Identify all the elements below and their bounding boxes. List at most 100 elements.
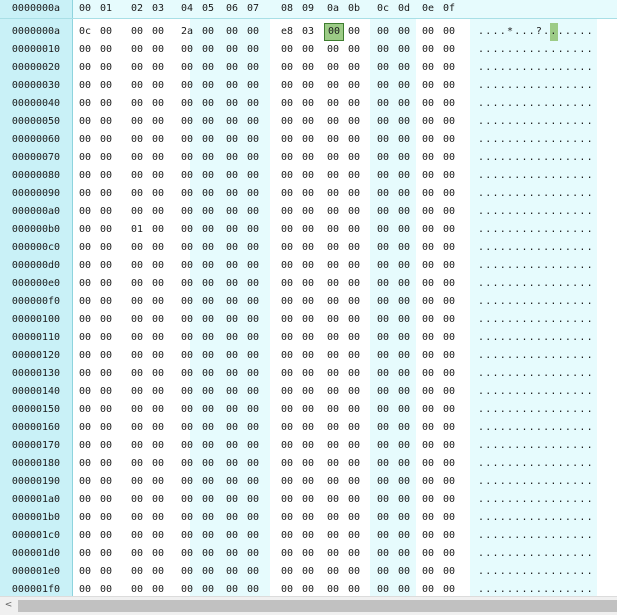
byte-cell[interactable]: 00 [395,275,413,293]
byte-cell[interactable]: 00 [440,437,458,455]
byte-cell[interactable]: 00 [395,491,413,509]
byte-cell[interactable]: 00 [374,527,392,545]
byte-cell[interactable]: 00 [178,185,196,203]
ascii-text[interactable]: ................ [478,527,593,545]
byte-cell[interactable]: 00 [299,293,317,311]
byte-cell[interactable]: 00 [440,563,458,581]
byte-cell[interactable]: 00 [199,419,217,437]
byte-cell[interactable]: 00 [374,455,392,473]
byte-cell[interactable]: 00 [223,581,241,596]
byte-cell[interactable]: 00 [395,131,413,149]
byte-cell[interactable]: 00 [419,491,437,509]
byte-cell[interactable]: 00 [324,401,342,419]
byte-cell[interactable]: 00 [223,383,241,401]
byte-cell[interactable]: 00 [374,491,392,509]
byte-cell[interactable]: 00 [223,131,241,149]
byte-cell[interactable]: 00 [223,95,241,113]
byte-cell[interactable]: 00 [128,563,146,581]
byte-cell[interactable]: 00 [419,275,437,293]
ascii-text[interactable]: ................ [478,419,593,437]
byte-cell[interactable]: 00 [374,329,392,347]
byte-cell[interactable]: 00 [395,347,413,365]
ascii-text[interactable]: ................ [478,383,593,401]
byte-cell[interactable]: 00 [76,383,94,401]
byte-cell[interactable]: 00 [97,329,115,347]
byte-cell[interactable]: 00 [178,275,196,293]
byte-cell[interactable]: 00 [97,509,115,527]
byte-cell[interactable]: 00 [244,311,262,329]
byte-cell[interactable]: 00 [97,293,115,311]
byte-cell[interactable]: 00 [419,185,437,203]
byte-cell[interactable]: 00 [199,473,217,491]
byte-cell[interactable]: 00 [76,293,94,311]
byte-cell[interactable]: 00 [299,41,317,59]
byte-cell[interactable]: 00 [419,527,437,545]
byte-cell[interactable]: 00 [299,455,317,473]
byte-cell[interactable]: 00 [97,239,115,257]
byte-cell[interactable]: 00 [395,365,413,383]
byte-cell[interactable]: 00 [345,527,363,545]
byte-cell[interactable]: 00 [223,23,241,41]
byte-cell[interactable]: 00 [419,383,437,401]
byte-cell[interactable]: 00 [440,41,458,59]
byte-cell[interactable]: 00 [395,59,413,77]
byte-cell[interactable]: 00 [419,347,437,365]
byte-cell[interactable]: 00 [223,167,241,185]
byte-cell[interactable]: 00 [244,491,262,509]
ascii-text[interactable]: ................ [478,437,593,455]
byte-cell[interactable]: 00 [345,167,363,185]
byte-cell[interactable]: 00 [278,437,296,455]
byte-cell[interactable]: 00 [278,509,296,527]
ascii-text[interactable]: ................ [478,257,593,275]
byte-cell[interactable]: 00 [199,77,217,95]
byte-cell[interactable]: 00 [97,203,115,221]
byte-cell[interactable]: 00 [374,203,392,221]
byte-cell[interactable]: 00 [149,293,167,311]
byte-cell[interactable]: 00 [345,113,363,131]
byte-cell[interactable]: 00 [345,473,363,491]
byte-cell[interactable]: 00 [76,131,94,149]
byte-cell[interactable]: 00 [76,563,94,581]
byte-cell[interactable]: 00 [178,365,196,383]
byte-cell[interactable]: 00 [299,77,317,95]
byte-cell[interactable]: 00 [178,77,196,95]
byte-cell[interactable]: 00 [199,347,217,365]
ascii-text[interactable]: ................ [478,473,593,491]
byte-cell[interactable]: 00 [244,257,262,275]
byte-cell[interactable]: 00 [199,491,217,509]
byte-cell[interactable]: 00 [345,455,363,473]
byte-cell[interactable]: 00 [178,437,196,455]
byte-cell[interactable]: 00 [97,95,115,113]
byte-cell[interactable]: 00 [97,527,115,545]
byte-cell[interactable]: 00 [149,77,167,95]
byte-cell[interactable]: 00 [324,419,342,437]
byte-cell[interactable]: 00 [395,419,413,437]
byte-cell[interactable]: 00 [440,59,458,77]
selected-byte-cell[interactable]: 00 [324,23,344,41]
byte-cell[interactable]: 00 [324,563,342,581]
byte-cell[interactable]: 00 [178,293,196,311]
byte-cell[interactable]: 00 [324,131,342,149]
byte-cell[interactable]: 00 [440,149,458,167]
byte-cell[interactable]: 00 [223,527,241,545]
byte-cell[interactable]: 00 [324,509,342,527]
byte-cell[interactable]: 00 [244,77,262,95]
byte-cell[interactable]: 00 [440,221,458,239]
byte-cell[interactable]: 00 [299,257,317,275]
byte-cell[interactable]: 00 [223,275,241,293]
byte-cell[interactable]: 00 [178,131,196,149]
byte-cell[interactable]: 00 [223,509,241,527]
byte-cell[interactable]: 00 [244,347,262,365]
byte-cell[interactable]: 00 [278,149,296,167]
byte-cell[interactable]: 00 [395,257,413,275]
byte-cell[interactable]: 00 [278,167,296,185]
byte-cell[interactable]: 00 [440,545,458,563]
byte-cell[interactable]: 00 [395,167,413,185]
byte-cell[interactable]: 00 [324,365,342,383]
byte-cell[interactable]: 00 [128,419,146,437]
byte-cell[interactable]: 00 [223,203,241,221]
byte-cell[interactable]: 00 [324,437,342,455]
byte-cell[interactable]: 00 [278,545,296,563]
byte-cell[interactable]: 00 [419,131,437,149]
byte-cell[interactable]: 00 [299,545,317,563]
